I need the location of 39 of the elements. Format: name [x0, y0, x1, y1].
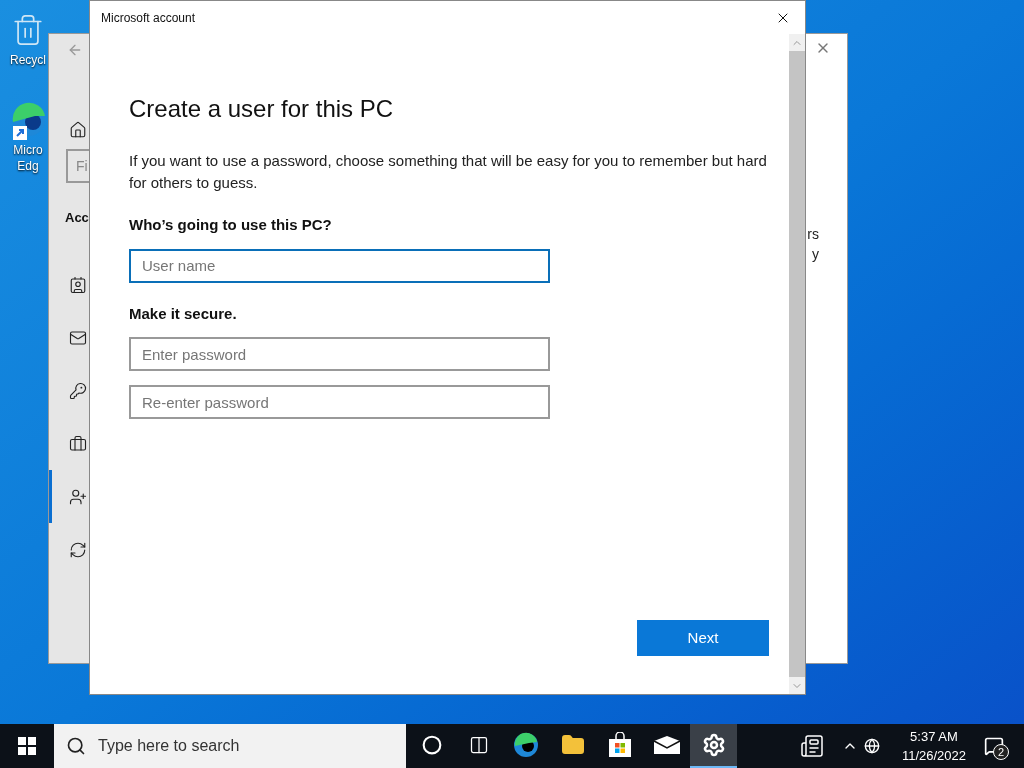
field-label: Who’s going to use this PC?: [129, 215, 333, 235]
window-title: Microsoft account: [101, 9, 196, 27]
search-placeholder: Type here to search: [98, 736, 240, 756]
windows-logo-icon[interactable]: [18, 737, 36, 755]
folder-icon: [560, 733, 585, 757]
clock-time: 5:37 AM: [910, 728, 958, 746]
notification-icon[interactable]: [984, 736, 1004, 756]
browser-icon: [512, 732, 539, 758]
text-fragment: rs: [807, 225, 819, 244]
input-field[interactable]: Re-enter password: [129, 385, 550, 419]
clock-date: 11/26/2022: [901, 747, 966, 765]
text-fragment: y: [812, 245, 819, 264]
person-list-icon: [69, 275, 87, 294]
network-icon[interactable]: [863, 738, 880, 754]
person-plus-icon: [69, 487, 87, 506]
envelope-icon: [652, 735, 681, 755]
taskbar-app[interactable]: [690, 724, 737, 768]
input-field[interactable]: User name: [129, 248, 550, 283]
search-box[interactable]: Type here to search: [54, 724, 406, 768]
briefcase-icon: [69, 434, 87, 453]
description-text: If you want to use a password, choose something that will be easy for you to remember but hard for others to guess.: [129, 151, 768, 193]
sync-icon: [69, 540, 87, 559]
search-icon: [66, 736, 86, 756]
envelope-icon: [69, 328, 87, 347]
task-view-icon: [468, 735, 489, 755]
field-label: Make it secure.: [129, 303, 238, 324]
desktop-icon-label: Micro Edg: [12, 142, 44, 174]
notification-count: 2: [993, 744, 1009, 760]
circle-icon: [421, 735, 442, 755]
desktop-icon-label: Recycl: [10, 52, 46, 68]
dialog-heading: Create a user for this PC: [129, 94, 395, 124]
news-icon[interactable]: [799, 734, 824, 758]
store-bag-icon: [607, 732, 632, 758]
home-icon: [69, 120, 87, 139]
section-heading: Acc: [65, 209, 89, 227]
gear-icon: [701, 733, 726, 757]
next-button[interactable]: Next: [637, 620, 769, 656]
input-field[interactable]: Enter password: [129, 337, 550, 371]
key-icon: [69, 381, 87, 400]
